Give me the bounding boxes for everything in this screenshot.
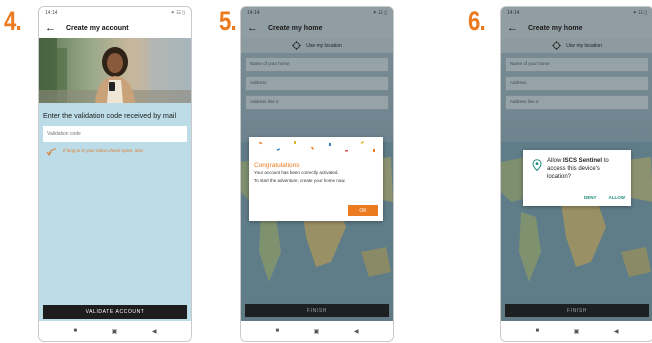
address-line-2-field[interactable]: Address line 2 — [505, 95, 649, 110]
android-nav-bar: ■ ▣ ◀ — [501, 321, 652, 341]
dialog-title: Congratulations — [254, 162, 300, 169]
app-bar: ← Create my account — [39, 18, 191, 38]
phone-create-home-permission: 14:14 ✶ ☷ ▯ ← Create my home Use my loca… — [500, 6, 652, 342]
finish-button[interactable]: FINISH — [505, 304, 649, 317]
confetti-decoration — [258, 141, 375, 152]
nav-overview-icon[interactable]: ▣ — [112, 328, 118, 335]
home-name-field[interactable]: Name of your home — [505, 57, 649, 72]
location-permission-dialog: Allow ISCS Sentinel to access this devic… — [523, 150, 631, 206]
app-bar: ← Create my home — [241, 18, 393, 38]
woman-with-phone-illustration — [39, 38, 191, 103]
spam-hint: If long to in your inbox check spam, als… — [45, 148, 187, 158]
permission-message: Allow ISCS Sentinel to access this devic… — [547, 158, 625, 181]
nav-overview-icon[interactable]: ▣ — [574, 328, 580, 335]
status-time: 14:14 — [45, 9, 58, 16]
use-my-location-button[interactable]: Use my location — [241, 38, 393, 53]
curved-arrow-icon — [46, 148, 57, 156]
validation-code-input[interactable] — [43, 126, 187, 142]
allow-button[interactable]: ALLOW — [609, 195, 626, 200]
nav-home-icon[interactable]: ■ — [276, 328, 280, 334]
nav-back-icon[interactable]: ◀ — [354, 328, 359, 335]
deny-button[interactable]: DENY — [584, 195, 597, 200]
step-number-5: 5. — [219, 6, 237, 36]
page-title: Create my home — [268, 24, 323, 32]
nav-home-icon[interactable]: ■ — [74, 328, 78, 334]
app-bar: ← Create my home — [501, 18, 652, 38]
validation-instruction: Enter the validation code received by ma… — [43, 111, 177, 120]
status-icons: ✶ ☷ ▯ — [372, 9, 387, 16]
nav-back-icon[interactable]: ◀ — [152, 328, 157, 335]
back-arrow-icon[interactable]: ← — [507, 22, 518, 34]
step-number-4: 4. — [4, 6, 22, 36]
phone-create-account: 14:14 ✶ ☷ ▯ ← Create my account Enter th… — [38, 6, 192, 342]
page-title: Create my home — [528, 24, 583, 32]
nav-back-icon[interactable]: ◀ — [614, 328, 619, 335]
status-time: 14:14 — [247, 9, 260, 16]
phone-create-home-congrats: 14:14 ✶ ☷ ▯ ← Create my home Use my loca… — [240, 6, 394, 342]
address-field[interactable]: Address — [505, 76, 649, 91]
nav-overview-icon[interactable]: ▣ — [314, 328, 320, 335]
home-name-field[interactable]: Name of your home — [245, 57, 389, 72]
top-bars: 14:14 ✶ ☷ ▯ ← Create my home — [501, 7, 652, 38]
android-nav-bar: ■ ▣ ◀ — [39, 321, 191, 341]
use-my-location-button[interactable]: Use my location — [501, 38, 652, 53]
validation-panel: Enter the validation code received by ma… — [39, 103, 191, 321]
nav-home-icon[interactable]: ■ — [536, 328, 540, 334]
top-bars: 14:14 ✶ ☷ ▯ ← Create my home — [241, 7, 393, 38]
page-title: Create my account — [66, 24, 129, 32]
location-pin-icon — [532, 159, 542, 171]
status-icons: ✶ ☷ ▯ — [632, 9, 647, 16]
hero-photo — [39, 38, 191, 103]
step-number-6: 6. — [468, 6, 486, 36]
status-bar: 14:14 ✶ ☷ ▯ — [501, 7, 652, 18]
status-bar: 14:14 ✶ ☷ ▯ — [241, 7, 393, 18]
ok-button[interactable]: OK — [348, 205, 378, 216]
address-field[interactable]: Address — [245, 76, 389, 91]
crosshair-icon — [552, 41, 562, 50]
use-my-location-label: Use my location — [306, 42, 342, 49]
validate-account-button[interactable]: VALIDATE ACCOUNT — [43, 305, 187, 319]
congratulations-dialog: Congratulations Your account has been co… — [249, 137, 383, 221]
crosshair-icon — [292, 41, 302, 50]
address-line-2-field[interactable]: Address line 2 — [245, 95, 389, 110]
android-nav-bar: ■ ▣ ◀ — [241, 321, 393, 341]
hint-text: If long to in your inbox check spam, als… — [63, 148, 144, 153]
back-arrow-icon[interactable]: ← — [45, 22, 56, 34]
dialog-message-2: To start the adventure, create your home… — [254, 178, 346, 184]
status-time: 14:14 — [507, 9, 520, 16]
back-arrow-icon[interactable]: ← — [247, 22, 258, 34]
dialog-actions: DENY ALLOW — [584, 195, 625, 200]
finish-button[interactable]: FINISH — [245, 304, 389, 317]
permission-prefix: Allow — [547, 158, 564, 164]
status-icons: ✶ ☷ ▯ — [170, 9, 185, 16]
app-name: ISCS Sentinel — [563, 158, 603, 164]
status-bar: 14:14 ✶ ☷ ▯ — [39, 7, 191, 18]
dialog-message-1: Your account has been correctly activate… — [254, 170, 339, 175]
use-my-location-label: Use my location — [566, 42, 602, 49]
